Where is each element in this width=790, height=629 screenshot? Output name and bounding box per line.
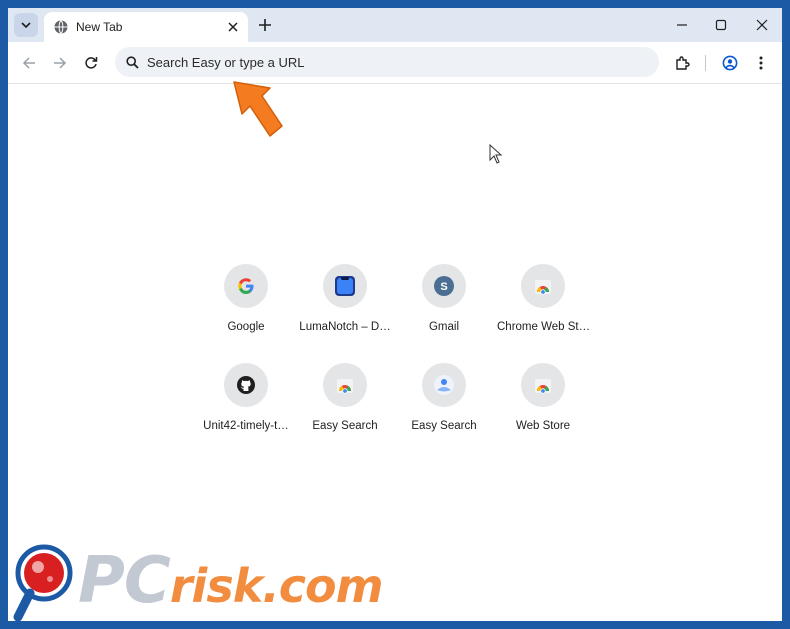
gmail-s-avatar-icon: S <box>434 276 454 296</box>
pcrisk-watermark: PCrisk.com <box>8 533 488 621</box>
chrome-web-store-icon <box>535 280 551 295</box>
shortcut-label: Google <box>227 321 265 333</box>
shortcut-icon-tile <box>224 264 268 308</box>
reload-button[interactable] <box>79 51 103 75</box>
mouse-cursor-icon <box>489 144 503 164</box>
lumanotch-icon <box>335 276 355 296</box>
shortcut-unit42[interactable]: Unit42-timely-t… <box>196 357 296 447</box>
shortcut-icon-tile <box>422 363 466 407</box>
address-input[interactable] <box>147 54 627 70</box>
chrome-web-store-icon <box>337 379 353 394</box>
toolbar-divider <box>705 55 706 71</box>
extensions-button[interactable] <box>670 51 694 75</box>
shortcut-label: Gmail <box>428 321 460 333</box>
arrow-forward-icon <box>54 57 67 69</box>
shortcut-icon-tile <box>323 363 367 407</box>
shortcut-google[interactable]: Google <box>196 258 296 348</box>
svg-text:S: S <box>440 281 447 293</box>
close-window-button[interactable] <box>749 13 775 37</box>
shortcut-label: Chrome Web St… <box>497 321 589 333</box>
shortcut-icon-tile <box>521 363 565 407</box>
browser-window: New Tab Search Easy or type a URL Google… <box>8 8 782 621</box>
puzzle-icon <box>676 56 690 70</box>
orange-arrow-annotation <box>233 81 283 137</box>
watermark-pc: PC <box>78 544 171 618</box>
shortcut-chrome-web-store[interactable]: Chrome Web St… <box>493 258 593 348</box>
shortcut-icon-tile <box>323 264 367 308</box>
google-icon <box>238 278 254 294</box>
shortcut-label: Unit42-timely-t… <box>203 420 289 432</box>
easy-search-icon <box>434 375 454 395</box>
search-icon <box>124 54 140 70</box>
tab-close-button[interactable] <box>222 16 244 38</box>
close-icon <box>228 22 238 32</box>
reload-icon <box>85 57 98 69</box>
magnifier-logo-icon <box>13 544 73 621</box>
watermark-text: PCrisk.com <box>78 533 384 621</box>
tab-search-button[interactable] <box>14 13 38 37</box>
tab-new-tab[interactable]: New Tab <box>44 12 248 42</box>
watermark-suffix: risk.com <box>169 559 384 613</box>
shortcut-easy-search-1[interactable]: Easy Search <box>295 357 395 447</box>
plus-icon <box>259 19 271 31</box>
profile-button[interactable] <box>718 51 742 75</box>
back-button[interactable] <box>17 51 41 75</box>
maximize-icon <box>715 19 727 31</box>
globe-icon <box>54 20 68 34</box>
minimize-button[interactable] <box>669 13 695 37</box>
shortcut-label: Web Store <box>515 420 571 432</box>
tab-title: New Tab <box>76 20 123 34</box>
menu-button[interactable] <box>749 51 773 75</box>
shortcut-icon-tile <box>521 264 565 308</box>
chrome-web-store-icon <box>535 379 551 394</box>
shortcut-label: Easy Search <box>411 420 477 432</box>
new-tab-button[interactable] <box>254 14 276 36</box>
shortcut-gmail[interactable]: S Gmail <box>394 258 494 348</box>
address-bar[interactable] <box>115 47 659 77</box>
more-vert-icon <box>759 56 763 70</box>
shortcut-lumanotch[interactable]: LumaNotch – D… <box>295 258 395 348</box>
shortcut-easy-search-2[interactable]: Easy Search <box>394 357 494 447</box>
arrow-back-icon <box>22 57 35 69</box>
shortcut-web-store[interactable]: Web Store <box>493 357 593 447</box>
github-icon <box>237 376 255 394</box>
forward-button[interactable] <box>48 51 72 75</box>
close-icon <box>756 19 768 31</box>
account-circle-icon <box>722 55 738 71</box>
maximize-button[interactable] <box>708 13 734 37</box>
toolbar <box>8 42 782 84</box>
shortcut-label: Easy Search <box>312 420 378 432</box>
tab-strip: New Tab <box>8 8 782 42</box>
minimize-icon <box>677 24 687 26</box>
shortcut-label: LumaNotch – D… <box>299 321 391 333</box>
shortcut-icon-tile <box>224 363 268 407</box>
shortcut-icon-tile: S <box>422 264 466 308</box>
chevron-down-icon <box>21 22 31 29</box>
